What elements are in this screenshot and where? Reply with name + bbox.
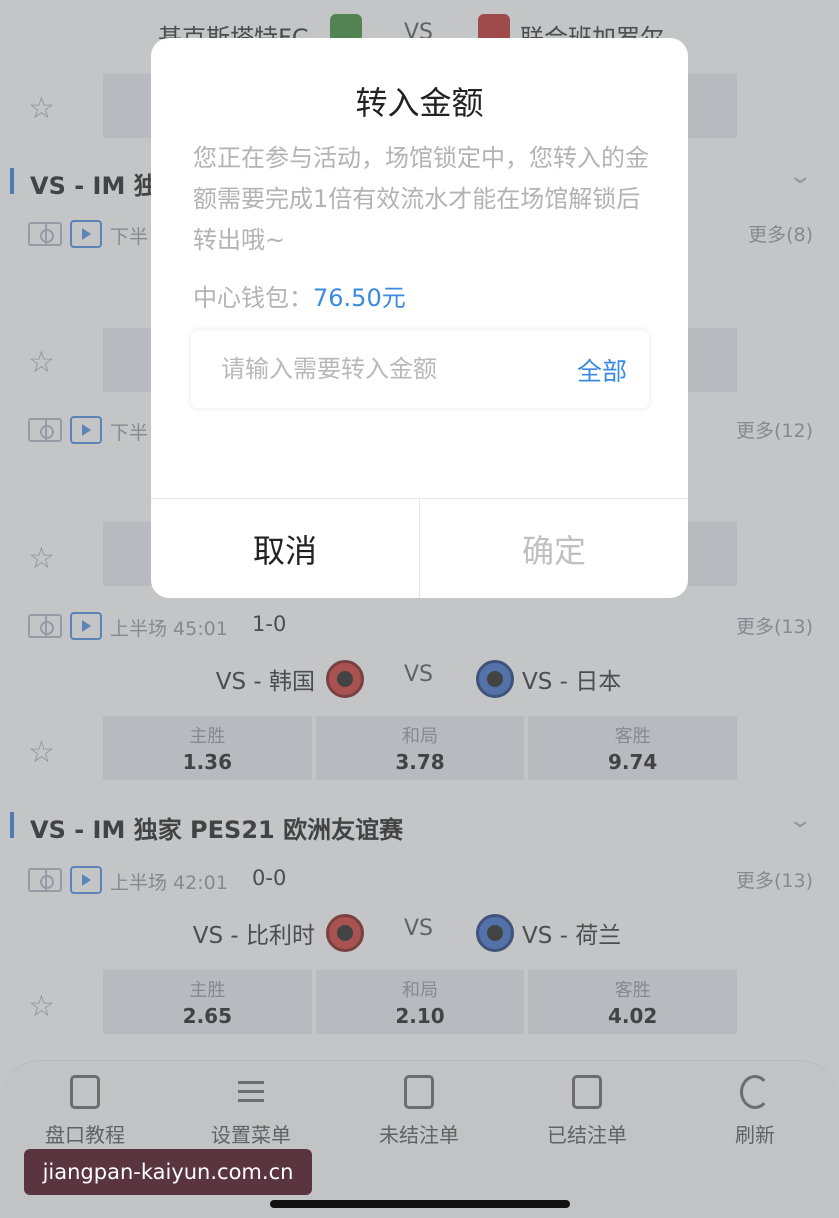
transfer-dialog: 转入金额 您正在参与活动，场馆锁定中，您转入的金额需要完成1倍有效流水才能在场馆… (151, 38, 688, 598)
dialog-button-row: 取消 确定 (151, 498, 688, 598)
watermark: jiangpan-kaiyun.com.cn (24, 1149, 312, 1195)
all-amount-button[interactable]: 全部 (577, 352, 627, 388)
home-indicator[interactable] (270, 1200, 570, 1208)
amount-input-box: 全部 (191, 330, 649, 408)
wallet-label: 中心钱包： (193, 284, 313, 312)
wallet-balance: 中心钱包：76.50元 (193, 278, 406, 313)
dialog-title: 转入金额 (355, 84, 484, 122)
amount-input[interactable] (221, 348, 541, 390)
wallet-amount: 76.50元 (313, 284, 406, 312)
confirm-button[interactable]: 确定 (420, 499, 688, 598)
cancel-button[interactable]: 取消 (151, 499, 420, 598)
dialog-message: 您正在参与活动，场馆锁定中，您转入的金额需要完成1倍有效流水才能在场馆解锁后转出… (193, 144, 649, 254)
